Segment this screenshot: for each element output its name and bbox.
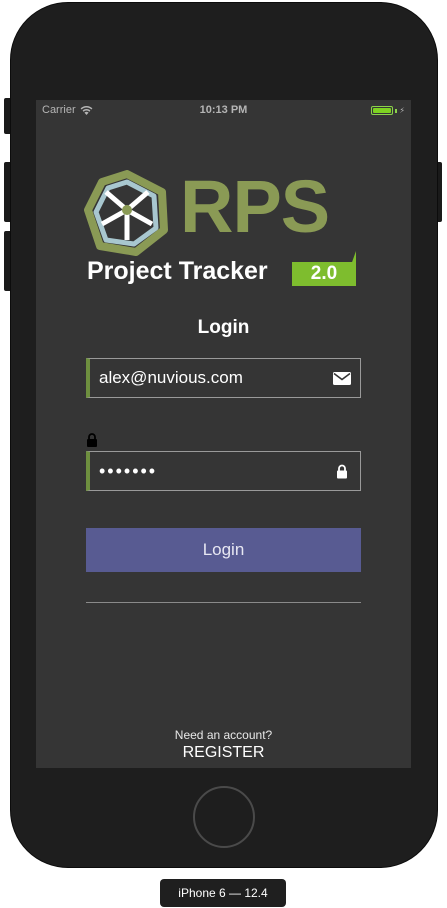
email-field[interactable]: alex@nuvious.com (86, 358, 361, 398)
login-button[interactable]: Login (86, 528, 361, 572)
logo-subtitle: Project Tracker (87, 257, 268, 285)
battery-indicator: ⚡ (371, 106, 405, 115)
logo-version-badge: 2.0 (292, 262, 356, 286)
need-account-text: Need an account? (174, 728, 273, 742)
device-label: iPhone 6 — 12.4 (160, 879, 286, 907)
logo-rps-text: RPS (180, 165, 330, 248)
password-input-value[interactable]: ••••••• (90, 461, 332, 482)
charging-bolt-icon: ⚡ (399, 106, 405, 115)
app-screen: Carrier 10:13 PM ⚡ RPS Project Tracker 2… (36, 100, 411, 768)
battery-icon (371, 106, 394, 115)
app-logo: RPS Project Tracker 2.0 (84, 165, 364, 288)
login-title: Login (197, 317, 250, 338)
status-bar: Carrier 10:13 PM ⚡ (36, 100, 411, 120)
envelope-icon (332, 368, 352, 388)
divider (86, 602, 361, 603)
simulator-stage: Carrier 10:13 PM ⚡ RPS Project Tracker 2… (0, 0, 447, 908)
status-time: 10:13 PM (199, 104, 248, 116)
rps-logo-mark-icon (84, 170, 168, 256)
email-input-value[interactable]: alex@nuvious.com (90, 368, 332, 388)
lock-icon (332, 461, 352, 481)
home-button[interactable] (193, 786, 255, 848)
password-field[interactable]: ••••••• (86, 451, 361, 491)
lock-icon (87, 433, 97, 447)
register-link[interactable]: REGISTER (36, 744, 411, 762)
